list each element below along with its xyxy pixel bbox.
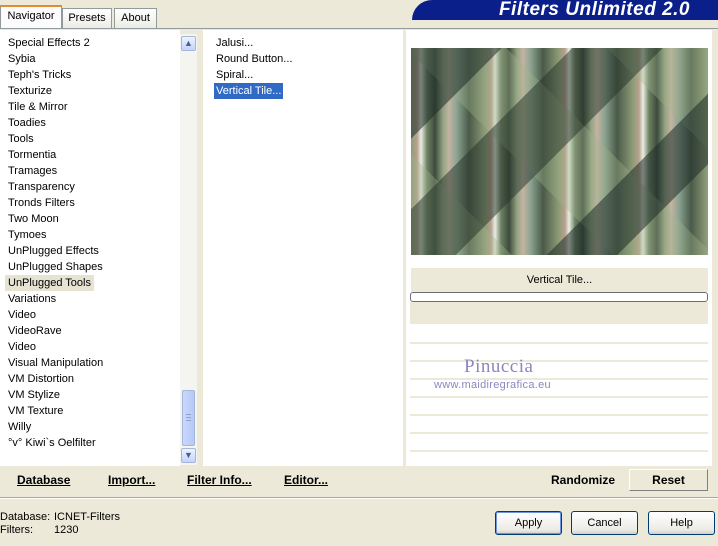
tab-frame-line: [0, 28, 718, 29]
app-title: Filters Unlimited 2.0: [498, 0, 690, 20]
category-item[interactable]: Video: [8, 339, 36, 355]
category-item[interactable]: °v° Kiwi`s Oelfilter: [8, 435, 96, 451]
scrollbar-grip: [186, 417, 191, 418]
help-button[interactable]: Help: [648, 511, 715, 535]
category-item[interactable]: Toadies: [8, 115, 46, 131]
category-item[interactable]: Variations: [8, 291, 56, 307]
category-item[interactable]: Texturize: [8, 83, 52, 99]
filter-item[interactable]: Jalusi...: [214, 35, 255, 51]
import-link[interactable]: Import...: [108, 473, 155, 487]
preview-image: [411, 48, 708, 255]
parameter-row[interactable]: [410, 452, 708, 465]
category-item[interactable]: UnPlugged Tools: [5, 275, 94, 291]
database-link[interactable]: Database: [17, 473, 70, 487]
parameter-row[interactable]: [410, 326, 708, 342]
category-item[interactable]: Tramages: [8, 163, 57, 179]
database-status-value: ICNET-Filters: [54, 511, 120, 523]
category-item[interactable]: Tronds Filters: [8, 195, 75, 211]
editor-link[interactable]: Editor...: [284, 473, 328, 487]
tab-presets[interactable]: Presets: [62, 8, 112, 28]
category-item[interactable]: Tile & Mirror: [8, 99, 67, 115]
category-item[interactable]: Video: [8, 307, 36, 323]
watermark-url: www.maidiregrafica.eu: [434, 379, 551, 391]
tab-about[interactable]: About: [114, 8, 157, 28]
filter-info-link[interactable]: Filter Info...: [187, 473, 252, 487]
row-divider: [410, 432, 708, 434]
category-item[interactable]: VM Distortion: [8, 371, 74, 387]
tab-navigator[interactable]: Navigator: [0, 5, 62, 29]
apply-button[interactable]: Apply: [495, 511, 562, 535]
row-divider: [410, 414, 708, 416]
parameter-row[interactable]: [410, 398, 708, 414]
randomize-button[interactable]: Randomize: [551, 473, 615, 487]
parameter-row[interactable]: [410, 344, 708, 360]
reset-button[interactable]: Reset: [629, 469, 708, 491]
category-item[interactable]: Teph's Tricks: [8, 67, 71, 83]
progress-bar: [410, 292, 708, 302]
row-divider: [410, 396, 708, 398]
category-item[interactable]: VM Texture: [8, 403, 63, 419]
filter-item[interactable]: Spiral...: [214, 67, 255, 83]
category-item[interactable]: Transparency: [8, 179, 75, 195]
category-item[interactable]: Two Moon: [8, 211, 59, 227]
row-divider: [410, 342, 708, 344]
category-item[interactable]: Special Effects 2: [8, 35, 90, 51]
database-status-label: Database:: [0, 511, 51, 523]
separator-highlight: [0, 498, 718, 499]
parameter-row[interactable]: [410, 362, 708, 378]
watermark-name: Pinuccia: [464, 356, 534, 377]
filters-count-value: 1230: [54, 524, 79, 536]
scroll-up-arrow-icon[interactable]: ▲: [181, 36, 196, 51]
cancel-button[interactable]: Cancel: [571, 511, 638, 535]
category-item[interactable]: UnPlugged Shapes: [8, 259, 103, 275]
filter-item[interactable]: Round Button...: [214, 51, 294, 67]
category-item[interactable]: Tools: [8, 131, 34, 147]
row-divider: [410, 360, 708, 362]
category-item[interactable]: Sybia: [8, 51, 36, 67]
category-item[interactable]: VM Stylize: [8, 387, 60, 403]
preview-spacer: [410, 302, 708, 324]
category-item[interactable]: Willy: [8, 419, 31, 435]
category-item[interactable]: Tormentia: [8, 147, 56, 163]
category-item[interactable]: UnPlugged Effects: [8, 243, 99, 259]
category-item[interactable]: Tymoes: [8, 227, 47, 243]
row-divider: [410, 450, 708, 452]
filters-count-label: Filters:: [0, 524, 33, 536]
category-item[interactable]: VideoRave: [8, 323, 62, 339]
filter-item[interactable]: Vertical Tile...: [214, 83, 284, 99]
scrollbar-grip: [186, 414, 191, 415]
parameter-row[interactable]: [410, 434, 708, 450]
scrollbar-thumb[interactable]: [182, 390, 195, 446]
category-item[interactable]: Visual Manipulation: [8, 355, 103, 371]
scroll-down-arrow-icon[interactable]: ▼: [181, 448, 196, 463]
scrollbar-grip: [186, 420, 191, 421]
app-banner: Filters Unlimited 2.0: [412, 0, 718, 20]
preview-filter-name: Vertical Tile...: [411, 268, 708, 292]
parameter-row[interactable]: [410, 416, 708, 432]
